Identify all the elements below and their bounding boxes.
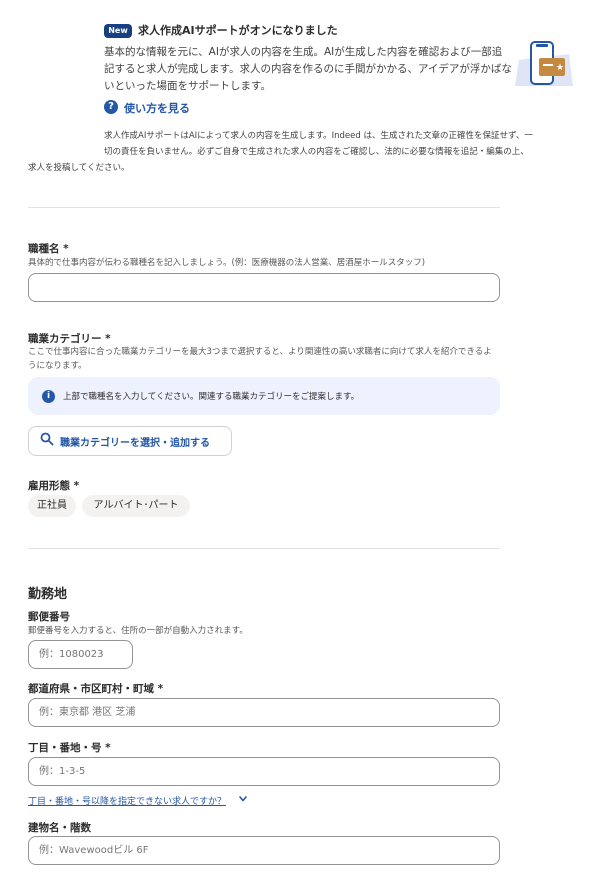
postal-code-input[interactable]	[28, 640, 133, 669]
street-label: 丁目・番地・号 *	[28, 742, 111, 754]
new-badge: New	[104, 24, 132, 38]
job-category-hint: ここで仕事内容に合った職業カテゴリーを最大3つまで選択すると、より関連性の高い求…	[28, 347, 492, 371]
ai-support-title: 求人作成AIサポートがオンになりました	[138, 24, 338, 37]
postal-code-label: 郵便番号	[28, 611, 70, 623]
how-to-use-link[interactable]: 使い方を見る	[124, 100, 190, 116]
ai-disclaimer-line2: 切の責任を負いません。必ずご自身で生成された求人の内容をご確認し、法的に必要な情…	[104, 147, 529, 157]
phone-card-illustration-icon: ★	[515, 41, 573, 86]
chip-full-time[interactable]: 正社員	[28, 495, 76, 517]
select-category-label[interactable]: 職業カテゴリーを選択・追加する	[60, 434, 210, 449]
search-icon	[40, 432, 54, 446]
chevron-down-icon[interactable]	[238, 794, 248, 804]
job-title-hint: 具体的で仕事内容が伝わる職種名を記入しましょう。(例：医療機器の法人営業、居酒屋…	[28, 258, 426, 268]
job-category-label: 職業カテゴリー *	[28, 333, 111, 345]
section-divider	[28, 207, 500, 208]
postal-code-hint: 郵便番号を入力すると、住所の一部が自動入力されます。	[28, 626, 248, 636]
job-title-label: 職種名 *	[28, 243, 69, 255]
ai-support-description: 基本的な情報を元に、AIが求人の内容を生成。AIが生成した内容を確認および一部追…	[104, 46, 512, 92]
city-input[interactable]	[28, 698, 500, 727]
street-input[interactable]	[28, 757, 500, 786]
employment-type-label: 雇用形態 *	[28, 480, 80, 492]
help-icon[interactable]: ?	[104, 100, 118, 114]
city-label: 都道府県・市区町村・町域 *	[28, 683, 164, 695]
building-label: 建物名・階数	[28, 822, 91, 834]
job-title-input[interactable]	[28, 273, 500, 302]
ai-disclaimer-line1: 求人作成AIサポートはAIによって求人の内容を生成します。Indeed は、生成…	[104, 131, 533, 141]
ai-disclaimer-line3: 求人を投稿してください。	[28, 163, 130, 173]
svg-text:★: ★	[556, 63, 564, 73]
building-input[interactable]	[28, 836, 500, 865]
category-info-text: 上部で職種名を入力してください。関連する職業カテゴリーをご提案します。	[63, 392, 360, 402]
info-icon: i	[42, 390, 55, 403]
chip-part-time[interactable]: アルバイト･パート	[82, 495, 190, 517]
no-street-address-link[interactable]: 丁目・番地・号以降を指定できない求人ですか？	[28, 794, 226, 807]
location-section-title: 勤務地	[28, 587, 68, 602]
section-divider	[28, 548, 500, 549]
